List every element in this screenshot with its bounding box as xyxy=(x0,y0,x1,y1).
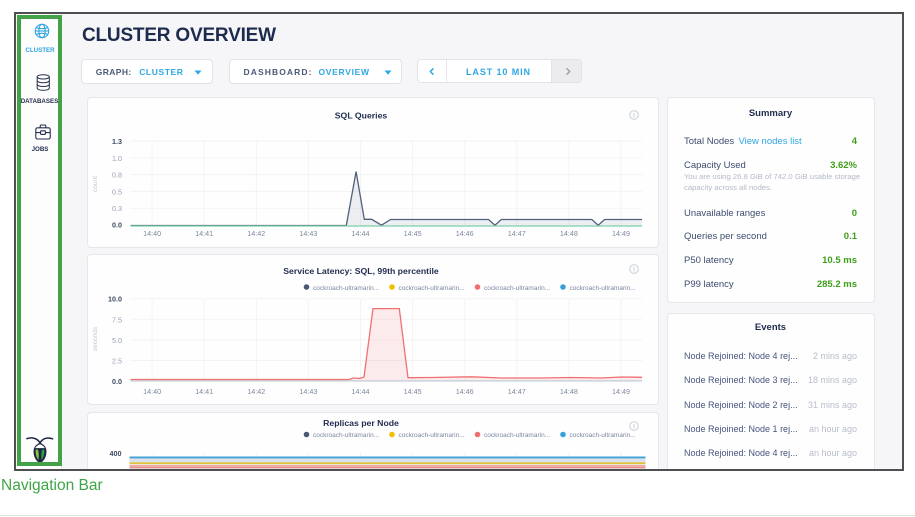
svg-text:1.0: 1.0 xyxy=(112,154,122,163)
svg-text:0.8: 0.8 xyxy=(112,171,122,180)
svg-text:14:42: 14:42 xyxy=(247,387,265,396)
svg-text:14:43: 14:43 xyxy=(299,229,317,238)
svg-text:14:45: 14:45 xyxy=(403,387,421,396)
svg-text:0.0: 0.0 xyxy=(112,221,122,230)
svg-text:cockroach-ultramarin...: cockroach-ultramarin... xyxy=(484,285,550,292)
svg-text:0.3: 0.3 xyxy=(112,204,122,213)
svg-text:seconds: seconds xyxy=(92,326,99,351)
svg-text:14:46: 14:46 xyxy=(455,229,473,238)
svg-text:10.0: 10.0 xyxy=(108,295,122,304)
svg-text:cockroach-ultramarin...: cockroach-ultramarin... xyxy=(313,432,379,439)
svg-text:14:41: 14:41 xyxy=(195,229,213,238)
svg-text:count: count xyxy=(92,176,99,192)
svg-text:14:46: 14:46 xyxy=(455,387,473,396)
svg-text:14:49: 14:49 xyxy=(612,387,630,396)
svg-text:14:44: 14:44 xyxy=(351,387,369,396)
svg-text:5.0: 5.0 xyxy=(112,336,122,345)
svg-text:cockroach-ultramarin...: cockroach-ultramarin... xyxy=(398,285,464,292)
svg-text:cockroach-ultramarin...: cockroach-ultramarin... xyxy=(313,285,379,292)
svg-text:14:49: 14:49 xyxy=(612,229,630,238)
svg-text:14:41: 14:41 xyxy=(195,387,213,396)
svg-text:14:40: 14:40 xyxy=(143,229,161,238)
svg-text:cockroach-ultramarin...: cockroach-ultramarin... xyxy=(484,432,550,439)
svg-text:14:42: 14:42 xyxy=(247,229,265,238)
svg-text:14:48: 14:48 xyxy=(559,229,577,238)
svg-text:cockroach-ultramarin...: cockroach-ultramarin... xyxy=(569,432,635,439)
svg-text:14:48: 14:48 xyxy=(559,387,577,396)
svg-text:Replicas per Node: Replicas per Node xyxy=(323,418,399,428)
svg-text:14:40: 14:40 xyxy=(143,387,161,396)
svg-text:14:44: 14:44 xyxy=(351,229,369,238)
svg-text:2.5: 2.5 xyxy=(112,357,122,366)
svg-text:14:43: 14:43 xyxy=(299,387,317,396)
svg-text:SQL Queries: SQL Queries xyxy=(334,111,387,121)
svg-text:Service Latency: SQL, 99th per: Service Latency: SQL, 99th percentile xyxy=(283,266,439,276)
svg-text:1.3: 1.3 xyxy=(112,137,122,146)
svg-text:14:47: 14:47 xyxy=(507,387,525,396)
svg-text:7.5: 7.5 xyxy=(112,315,122,324)
svg-text:400: 400 xyxy=(109,449,121,458)
svg-text:14:45: 14:45 xyxy=(403,229,421,238)
svg-text:0.0: 0.0 xyxy=(112,377,122,386)
svg-text:14:47: 14:47 xyxy=(507,229,525,238)
svg-text:cockroach-ultramarin...: cockroach-ultramarin... xyxy=(398,432,464,439)
svg-text:cockroach-ultramarin...: cockroach-ultramarin... xyxy=(569,285,635,292)
svg-text:0.5: 0.5 xyxy=(112,187,122,196)
